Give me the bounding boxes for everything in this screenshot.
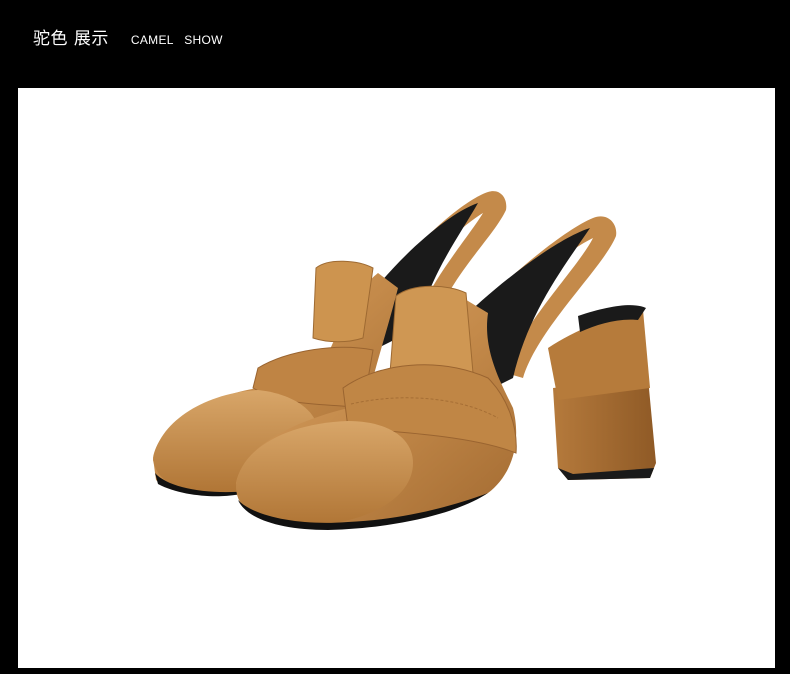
shoe-pair-illustration — [153, 191, 656, 530]
product-photo — [18, 88, 775, 668]
header: 驼色 展示 CAMEL SHOW — [33, 24, 223, 54]
left-tongue — [312, 260, 374, 343]
right-tongue — [389, 285, 474, 378]
color-title: 驼色 展示 — [33, 29, 109, 49]
color-subtitle: CAMEL SHOW — [130, 33, 223, 47]
page: 驼色 展示 CAMEL SHOW — [0, 0, 790, 674]
